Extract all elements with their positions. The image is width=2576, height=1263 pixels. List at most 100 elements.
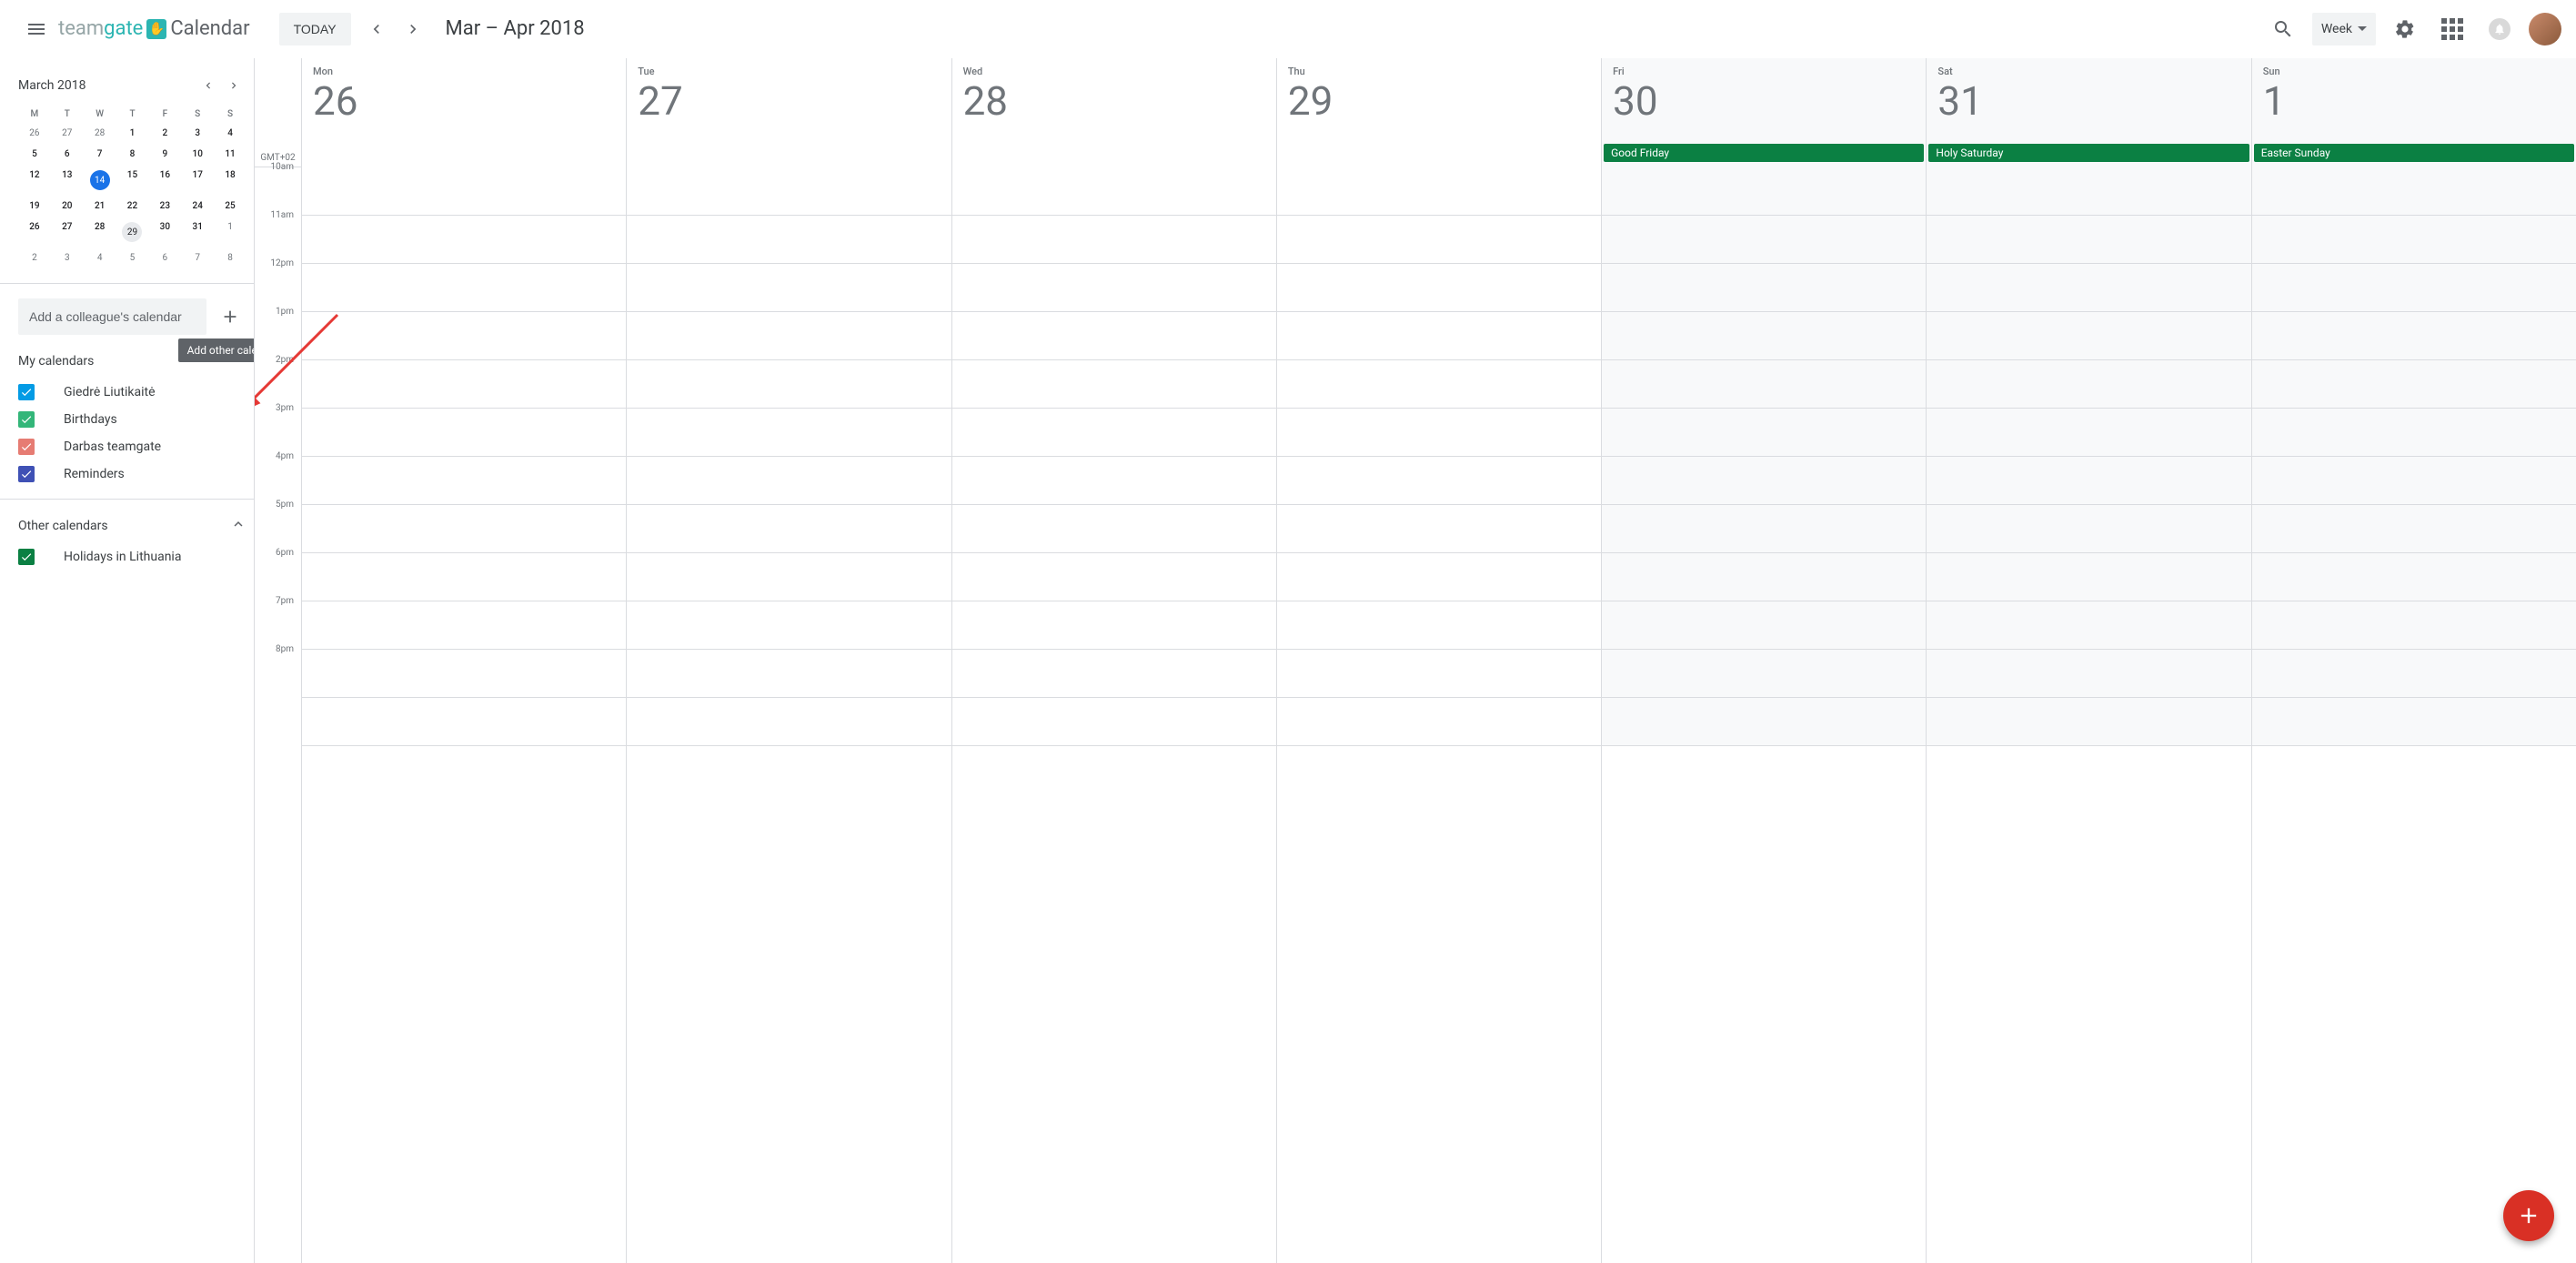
- hour-cell[interactable]: [1927, 601, 2250, 650]
- mini-day[interactable]: 30: [148, 217, 181, 248]
- hour-cell[interactable]: [302, 167, 626, 216]
- hour-cell[interactable]: [302, 216, 626, 264]
- hour-cell[interactable]: [1927, 264, 2250, 312]
- hour-cell[interactable]: [2252, 409, 2576, 457]
- hour-cell[interactable]: [1602, 601, 1926, 650]
- day-body[interactable]: [302, 167, 626, 746]
- mini-day[interactable]: 2: [18, 248, 51, 268]
- mini-day[interactable]: 1: [116, 123, 149, 144]
- hour-cell[interactable]: [1927, 216, 2250, 264]
- create-event-fab[interactable]: [2503, 1190, 2554, 1241]
- day-body[interactable]: [1927, 167, 2250, 746]
- hour-cell[interactable]: [1277, 264, 1601, 312]
- mini-next-button[interactable]: [221, 73, 247, 98]
- mini-day[interactable]: 3: [181, 123, 214, 144]
- hour-cell[interactable]: [1277, 457, 1601, 505]
- mini-day[interactable]: 23: [148, 196, 181, 217]
- calendar-item[interactable]: Giedrė Liutikaitė: [18, 379, 247, 406]
- hour-cell[interactable]: [2252, 457, 2576, 505]
- hour-cell[interactable]: [952, 457, 1276, 505]
- mini-day[interactable]: 9: [148, 144, 181, 165]
- apps-button[interactable]: [2434, 11, 2470, 47]
- hour-cell[interactable]: [952, 698, 1276, 746]
- mini-day[interactable]: 1: [214, 217, 247, 248]
- hour-cell[interactable]: [2252, 216, 2576, 264]
- hour-cell[interactable]: [627, 650, 951, 698]
- day-header[interactable]: Tue27: [627, 58, 951, 167]
- hour-cell[interactable]: [2252, 505, 2576, 553]
- mini-day[interactable]: 27: [51, 123, 84, 144]
- hour-cell[interactable]: [1277, 216, 1601, 264]
- all-day-event[interactable]: Good Friday: [1604, 144, 1924, 162]
- hour-cell[interactable]: [302, 601, 626, 650]
- calendar-checkbox[interactable]: [18, 384, 35, 400]
- hour-cell[interactable]: [1602, 216, 1926, 264]
- day-header[interactable]: Sat31Holy Saturday: [1927, 58, 2250, 167]
- hour-cell[interactable]: [1602, 409, 1926, 457]
- hour-cell[interactable]: [952, 505, 1276, 553]
- day-body[interactable]: [2252, 167, 2576, 746]
- hour-cell[interactable]: [1927, 650, 2250, 698]
- user-avatar[interactable]: [2529, 13, 2561, 45]
- day-header[interactable]: Fri30Good Friday: [1602, 58, 1926, 167]
- mini-day[interactable]: 6: [51, 144, 84, 165]
- calendar-item[interactable]: Darbas teamgate: [18, 433, 247, 460]
- hour-cell[interactable]: [952, 409, 1276, 457]
- hour-cell[interactable]: [1277, 167, 1601, 216]
- mini-day[interactable]: 24: [181, 196, 214, 217]
- hour-cell[interactable]: [952, 216, 1276, 264]
- hour-cell[interactable]: [1927, 167, 2250, 216]
- calendar-checkbox[interactable]: [18, 439, 35, 455]
- mini-day[interactable]: 29: [116, 217, 149, 248]
- main-menu-button[interactable]: [15, 7, 58, 51]
- mini-day[interactable]: 28: [84, 217, 116, 248]
- hour-cell[interactable]: [2252, 264, 2576, 312]
- day-body[interactable]: [1277, 167, 1601, 746]
- hour-cell[interactable]: [627, 360, 951, 409]
- hour-cell[interactable]: [302, 409, 626, 457]
- calendar-checkbox[interactable]: [18, 466, 35, 482]
- hour-cell[interactable]: [952, 167, 1276, 216]
- hour-cell[interactable]: [1602, 457, 1926, 505]
- hour-cell[interactable]: [302, 312, 626, 360]
- hour-cell[interactable]: [2252, 360, 2576, 409]
- hour-cell[interactable]: [627, 167, 951, 216]
- all-day-event[interactable]: Easter Sunday: [2254, 144, 2574, 162]
- search-button[interactable]: [2265, 11, 2301, 47]
- mini-day[interactable]: 18: [214, 165, 247, 196]
- hour-cell[interactable]: [1602, 167, 1926, 216]
- hour-cell[interactable]: [302, 264, 626, 312]
- hour-cell[interactable]: [1602, 553, 1926, 601]
- hour-cell[interactable]: [1602, 312, 1926, 360]
- mini-day[interactable]: 12: [18, 165, 51, 196]
- hour-cell[interactable]: [1927, 698, 2250, 746]
- hour-cell[interactable]: [1927, 409, 2250, 457]
- hour-cell[interactable]: [627, 553, 951, 601]
- day-header[interactable]: Wed28: [952, 58, 1276, 167]
- hour-cell[interactable]: [1277, 553, 1601, 601]
- view-selector[interactable]: Week: [2312, 13, 2376, 45]
- mini-prev-button[interactable]: [196, 73, 221, 98]
- mini-day[interactable]: 8: [116, 144, 149, 165]
- settings-button[interactable]: [2387, 11, 2423, 47]
- mini-day[interactable]: 5: [116, 248, 149, 268]
- day-body[interactable]: [952, 167, 1276, 746]
- hour-cell[interactable]: [1602, 698, 1926, 746]
- hour-cell[interactable]: [627, 601, 951, 650]
- day-header[interactable]: Sun1Easter Sunday: [2252, 58, 2576, 167]
- calendar-checkbox[interactable]: [18, 549, 35, 565]
- hour-cell[interactable]: [627, 216, 951, 264]
- hour-cell[interactable]: [2252, 312, 2576, 360]
- notifications-button[interactable]: [2481, 11, 2518, 47]
- hour-cell[interactable]: [2252, 553, 2576, 601]
- calendar-item[interactable]: Reminders: [18, 460, 247, 488]
- hour-cell[interactable]: [1602, 650, 1926, 698]
- hour-cell[interactable]: [627, 312, 951, 360]
- hour-cell[interactable]: [952, 601, 1276, 650]
- hour-cell[interactable]: [1927, 505, 2250, 553]
- hour-cell[interactable]: [1602, 264, 1926, 312]
- add-other-calendars-button[interactable]: [214, 300, 247, 333]
- mini-day[interactable]: 2: [148, 123, 181, 144]
- mini-day[interactable]: 31: [181, 217, 214, 248]
- mini-day[interactable]: 17: [181, 165, 214, 196]
